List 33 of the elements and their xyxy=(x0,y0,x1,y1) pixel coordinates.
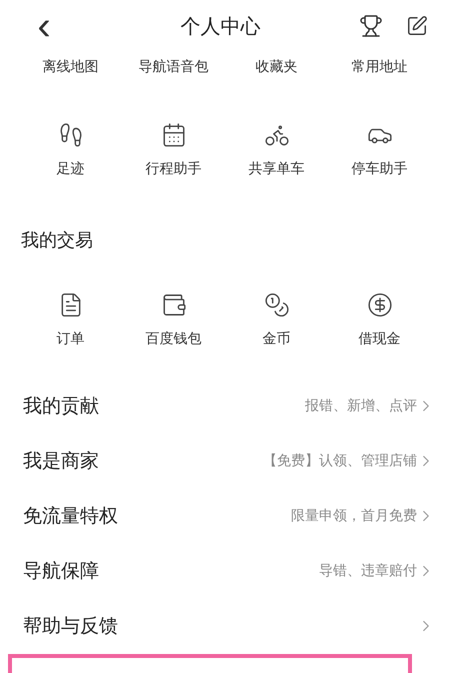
page-title: 个人中心 xyxy=(180,12,262,40)
menu-label: 帮助与反馈 xyxy=(23,614,119,638)
back-button[interactable]: ‹ xyxy=(28,10,60,42)
tool-label[interactable]: 收藏夹 xyxy=(256,58,298,76)
menu-row[interactable]: 导航保障 导错、违章赔付 xyxy=(0,543,451,598)
tool-label[interactable]: 停车助手 xyxy=(352,160,408,178)
tool-label[interactable]: 共享单车 xyxy=(248,160,304,178)
menu-hint: 报错、新增、点评 xyxy=(305,396,417,414)
menu-label: 免流量特权 xyxy=(23,504,119,528)
menu-row[interactable]: 免流量特权 限量申领，首月免费 xyxy=(0,488,451,543)
tool-label[interactable]: 足迹 xyxy=(56,160,84,178)
tool-label[interactable]: 常用地址 xyxy=(352,58,408,76)
menu-row[interactable]: 我是商家 【免费】认领、管理店铺 xyxy=(0,433,451,488)
menu-hint: 限量申领，首月免费 xyxy=(291,506,417,524)
footprints-icon[interactable] xyxy=(58,122,84,148)
tool-label[interactable]: 行程助手 xyxy=(146,160,202,178)
menu-label: 导航保障 xyxy=(23,558,100,584)
coins-icon[interactable] xyxy=(264,292,290,318)
menu-hint: 导错、违章赔付 xyxy=(319,562,417,580)
section-title: 我的交易 xyxy=(21,230,93,251)
tool-label[interactable]: 离线地图 xyxy=(42,58,98,76)
menu-row[interactable]: 我的贡献 报错、新增、点评 xyxy=(0,378,451,433)
trade-label[interactable]: 借现金 xyxy=(358,330,400,348)
wallet-icon[interactable] xyxy=(160,292,186,318)
calendar-icon[interactable] xyxy=(160,122,186,148)
menu-row[interactable]: 帮助与反馈 xyxy=(0,598,451,653)
trade-label[interactable]: 百度钱包 xyxy=(146,330,202,348)
trade-label[interactable]: 订单 xyxy=(56,330,84,348)
menu-label: 我的贡献 xyxy=(23,394,100,418)
menu-hint: 【免费】认领、管理店铺 xyxy=(263,452,417,470)
tool-label[interactable]: 导航语音包 xyxy=(138,58,208,76)
menu-label: 我是商家 xyxy=(23,448,100,474)
trade-label[interactable]: 金币 xyxy=(262,330,290,348)
